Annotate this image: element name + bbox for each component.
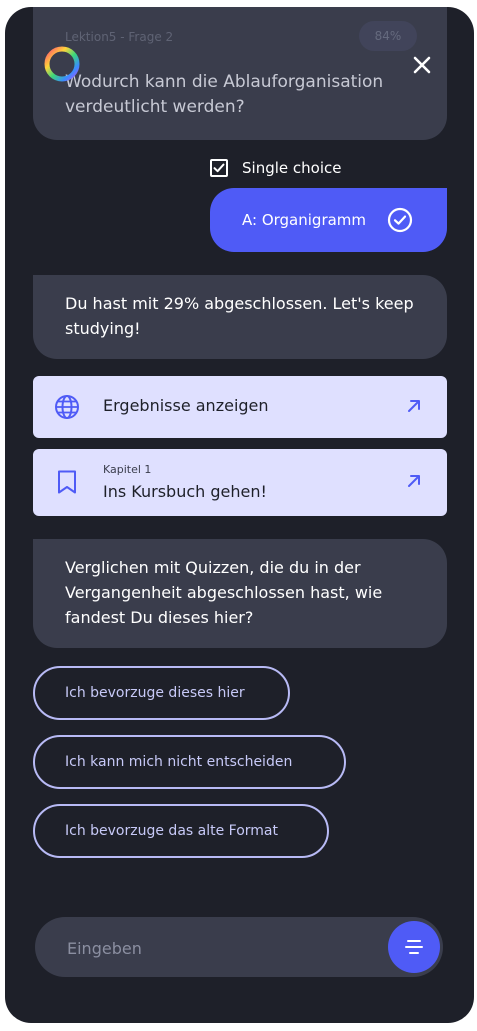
checkmark-icon — [213, 163, 225, 173]
arrow-up-right-icon — [408, 475, 420, 487]
show-results-link[interactable]: Ergebnisse anzeigen — [33, 376, 447, 438]
bot-message-result: Du hast mit 29% abgeschlossen. Let's kee… — [33, 275, 447, 359]
arrow-up-right-icon — [408, 400, 420, 412]
message-input[interactable] — [65, 917, 369, 979]
app-logo-icon — [44, 46, 80, 82]
selected-answer-bubble: A: Organigramm — [210, 188, 447, 252]
question-card: Lektion5 - Frage 2 84% Wodurch kann die … — [33, 7, 447, 140]
globe-icon — [55, 395, 79, 419]
close-button[interactable] — [407, 50, 437, 80]
check-circle-icon — [387, 207, 413, 233]
course-book-label: Ins Kursbuch gehen! — [103, 482, 267, 501]
menu-lines-icon — [405, 940, 423, 954]
selected-answer-label: A: Organigramm — [242, 211, 367, 229]
single-choice-label: Single choice — [242, 159, 342, 177]
choice-prefer-old[interactable]: Ich bevorzuge das alte Format — [33, 804, 329, 858]
single-choice-indicator: Single choice — [210, 157, 341, 179]
choice-undecided[interactable]: Ich kann mich nicht entscheiden — [33, 735, 346, 789]
question-meta: Lektion5 - Frage 2 — [65, 30, 174, 44]
bookmark-icon — [58, 470, 76, 494]
question-progress-badge: 84% — [359, 21, 417, 51]
close-icon — [413, 56, 431, 74]
course-book-chapter: Kapitel 1 — [103, 463, 152, 476]
show-results-label: Ergebnisse anzeigen — [103, 396, 269, 415]
chat-window: Lektion5 - Frage 2 84% Wodurch kann die … — [5, 7, 474, 1023]
choice-prefer-this[interactable]: Ich bevorzuge dieses hier — [33, 666, 290, 720]
message-input-bar — [35, 917, 443, 979]
menu-button[interactable] — [388, 921, 440, 973]
course-book-link[interactable]: Kapitel 1 Ins Kursbuch gehen! — [33, 449, 447, 516]
question-text: Wodurch kann die Ablauforganisation verd… — [65, 72, 384, 117]
single-choice-checkbox[interactable] — [210, 159, 228, 177]
bot-message-feedback: Verglichen mit Quizzen, die du in der Ve… — [33, 539, 447, 648]
